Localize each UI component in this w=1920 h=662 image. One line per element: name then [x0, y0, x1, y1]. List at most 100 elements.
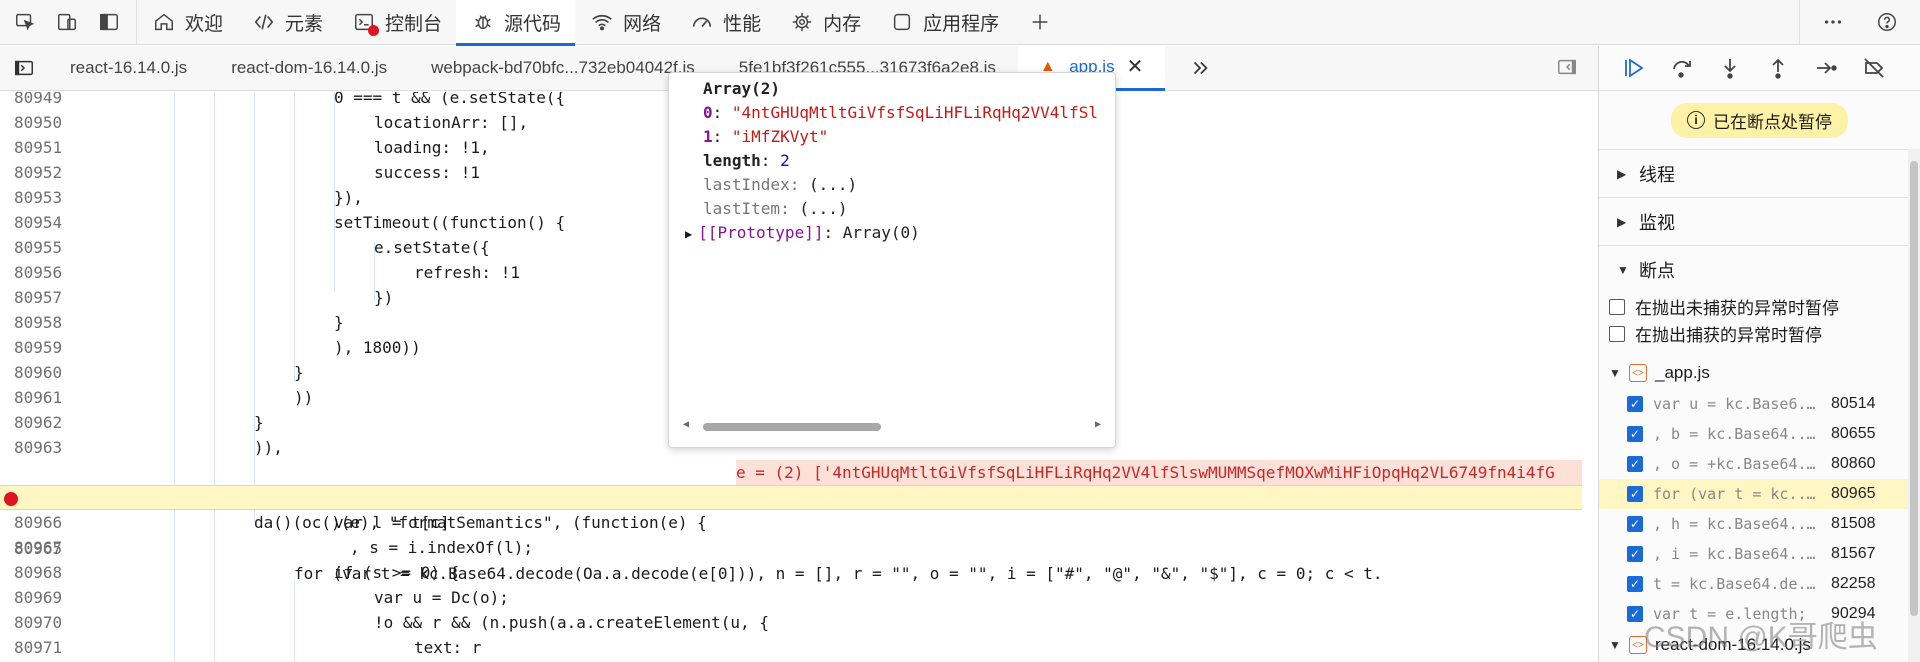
breakpoint-checkbox[interactable]: ✓ — [1627, 426, 1643, 442]
breakpoint-checkbox[interactable]: ✓ — [1627, 486, 1643, 502]
line-number: 80960 — [14, 363, 63, 382]
file-tab-react-dom[interactable]: react-dom-16.14.0.js — [209, 46, 409, 91]
breakpoint-code: t = kc.Base64.de... — [1653, 575, 1821, 593]
popover-title: Array(2) — [703, 79, 781, 98]
paused-status-area: i 已在断点处暂停 — [1599, 91, 1920, 149]
more-tabs-button[interactable] — [1165, 46, 1235, 91]
tab-performance[interactable]: 性能 — [675, 0, 775, 45]
item-key: length — [703, 151, 761, 170]
breakpoint-item-current[interactable]: ✓ for (var t = kc.... 80965 — [1599, 479, 1920, 509]
file-tab-react[interactable]: react-16.14.0.js — [48, 46, 209, 91]
deactivate-breakpoints-icon[interactable] — [1861, 55, 1887, 81]
navigator-panel-icon — [11, 55, 37, 81]
device-emulation-icon[interactable] — [54, 9, 80, 35]
close-icon[interactable]: ✕ — [1127, 54, 1144, 79]
line-code: , s = i.indexOf(l); — [350, 538, 534, 557]
scroll-thumb[interactable] — [1910, 161, 1918, 616]
breakpoint-item[interactable]: ✓ , b = kc.Base64.... 80655 — [1599, 419, 1920, 449]
help-icon[interactable] — [1874, 9, 1900, 35]
console-icon — [351, 9, 380, 36]
breakpoint-code: for (var t = kc.... — [1653, 485, 1821, 503]
navigator-toggle[interactable] — [0, 55, 48, 81]
line-number: 80950 — [14, 113, 63, 132]
resume-icon[interactable] — [1621, 55, 1647, 81]
error-badge-icon — [368, 25, 380, 36]
object-preview-popover[interactable]: Array(2) 0: "4ntGHUqMtltGiVfsfSqLiHFLiRq… — [668, 72, 1116, 448]
line-code: loading: !1, — [374, 138, 490, 157]
tab-label: 欢迎 — [185, 13, 224, 35]
breakpoint-checkbox[interactable]: ✓ — [1627, 576, 1643, 592]
step-over-icon[interactable] — [1669, 55, 1695, 81]
pause-uncaught-option[interactable]: 在抛出未捕获的异常时暂停 — [1599, 293, 1920, 320]
pause-caught-option[interactable]: 在抛出捕获的异常时暂停 — [1599, 320, 1920, 347]
scroll-left-icon[interactable]: ◀ — [683, 419, 689, 430]
debugger-pane-toggle[interactable] — [1554, 54, 1598, 83]
section-watch[interactable]: ▶ 监视 — [1599, 197, 1920, 245]
collapse-pane-icon — [1554, 54, 1580, 80]
code-line: 80964 da()(oc()(e), "formatSemantics", (… — [0, 460, 1582, 532]
line-code: )), — [254, 438, 283, 457]
devtools-toolbar: 欢迎 元素 控制台 源代码 网络 性能 内存 应用程序 — [0, 0, 1920, 46]
breakpoint-item[interactable]: ✓ , i = kc.Base64.... 81567 — [1599, 539, 1920, 569]
scroll-thumb[interactable] — [703, 423, 881, 431]
popover-item[interactable]: lastItem: (...) — [703, 197, 848, 221]
popover-item[interactable]: ▶ [[Prototype]]: Array(0) — [685, 221, 920, 245]
inspect-element-icon[interactable] — [12, 9, 38, 35]
section-breakpoints[interactable]: ▼ 断点 — [1599, 245, 1920, 293]
breakpoint-item[interactable]: ✓ t = kc.Base64.de... 82258 — [1599, 569, 1920, 599]
breakpoint-checkbox[interactable]: ✓ — [1627, 516, 1643, 532]
popover-scrollbar[interactable]: ◀ ▶ — [683, 419, 1101, 435]
breakpoint-checkbox[interactable]: ✓ — [1627, 456, 1643, 472]
bug-icon — [470, 9, 496, 35]
breakpoint-line: 81567 — [1831, 545, 1876, 562]
toggle-sidebar-icon[interactable] — [96, 9, 122, 35]
breakpoint-marker-icon[interactable] — [4, 492, 18, 506]
step-out-icon[interactable] — [1765, 55, 1791, 81]
line-code: refresh: !1 — [414, 263, 520, 282]
tab-network[interactable]: 网络 — [575, 0, 675, 45]
line-number: 80958 — [14, 313, 63, 332]
breakpoint-code: var u = kc.Base6... — [1653, 395, 1821, 413]
tab-welcome[interactable]: 欢迎 — [137, 0, 237, 45]
breakpoint-checkbox[interactable]: ✓ — [1627, 546, 1643, 562]
breakpoint-line: 80514 — [1831, 395, 1876, 412]
pause-caught-checkbox[interactable] — [1609, 325, 1625, 342]
item-value: (...) — [808, 175, 858, 194]
popover-item[interactable]: lastIndex: (...) — [703, 173, 857, 197]
tab-elements[interactable]: 元素 — [237, 0, 337, 45]
line-code: } — [294, 363, 304, 382]
expanded-triangle-icon: ▼ — [1617, 262, 1629, 277]
breakpoint-checkbox[interactable]: ✓ — [1627, 606, 1643, 622]
item-value: (...) — [799, 199, 848, 218]
breakpoint-item[interactable]: ✓ var u = kc.Base6... 80514 — [1599, 389, 1920, 419]
scroll-right-icon[interactable]: ▶ — [1095, 419, 1101, 430]
watermark-text: CSDN @K哥爬虫 — [1644, 621, 1878, 654]
breakpoint-item[interactable]: ✓ , h = kc.Base64.... 81508 — [1599, 509, 1920, 539]
pause-uncaught-checkbox[interactable] — [1609, 298, 1625, 315]
breakpoint-file-app[interactable]: ▼ <> _app.js — [1599, 357, 1920, 389]
tab-label: 源代码 — [504, 13, 562, 35]
tab-application[interactable]: 应用程序 — [875, 0, 1013, 45]
step-into-icon[interactable] — [1717, 55, 1743, 81]
add-tool-button[interactable] — [1013, 0, 1067, 45]
breakpoint-checkbox[interactable]: ✓ — [1627, 396, 1643, 412]
section-label: 线程 — [1639, 164, 1675, 185]
file-tab-label: react-dom-16.14.0.js — [231, 58, 388, 77]
line-number: 80969 — [14, 588, 63, 607]
item-key: 1 — [703, 127, 713, 146]
expand-triangle-icon[interactable]: ▶ — [685, 227, 692, 241]
more-options-icon[interactable] — [1820, 9, 1846, 35]
breakpoint-item[interactable]: ✓ , o = +kc.Base64... 80860 — [1599, 449, 1920, 479]
tab-label: 内存 — [823, 13, 862, 35]
section-threads[interactable]: ▶ 线程 — [1599, 149, 1920, 197]
code-brackets-icon — [251, 9, 277, 35]
section-label: 监视 — [1639, 212, 1675, 233]
breakpoint-line: 80965 — [1831, 485, 1876, 502]
tab-sources[interactable]: 源代码 — [456, 0, 576, 46]
sidebar-scrollbar[interactable] — [1908, 149, 1920, 662]
gauge-icon — [689, 9, 715, 35]
tab-console[interactable]: 控制台 — [337, 0, 456, 45]
tab-memory[interactable]: 内存 — [775, 0, 875, 45]
step-icon[interactable] — [1813, 55, 1839, 81]
section-label: 断点 — [1639, 260, 1675, 281]
